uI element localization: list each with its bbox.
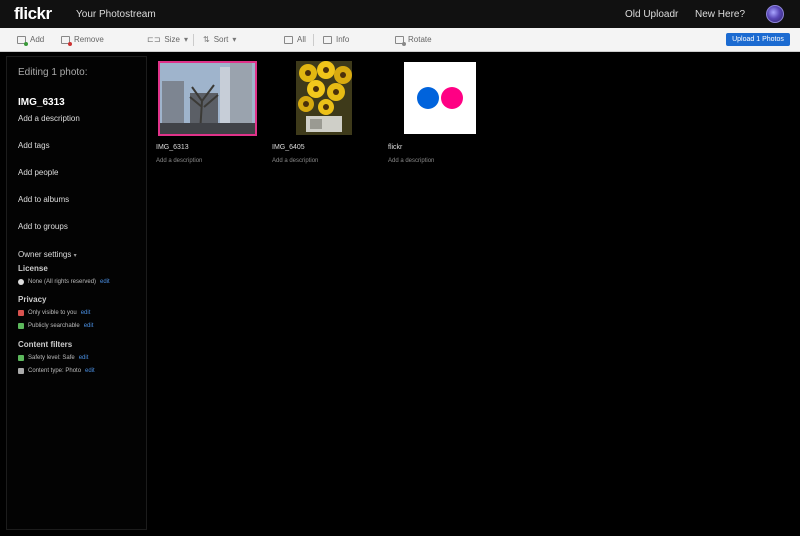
rotate-button[interactable]: Rotate xyxy=(395,35,432,46)
photo-thumbnail-img-6405[interactable] xyxy=(296,61,352,135)
content-type-row: Content type: Photo edit xyxy=(18,368,95,374)
sort-label: Sort xyxy=(213,35,229,44)
toolbar-divider xyxy=(313,34,314,46)
rotate-label: Rotate xyxy=(408,35,432,44)
safety-icon xyxy=(18,355,24,361)
photo-name-2[interactable]: IMG_6405 xyxy=(272,144,305,151)
size-label: Size xyxy=(164,35,180,44)
all-label: All xyxy=(297,35,306,44)
privacy-visibility-edit-link[interactable]: edit xyxy=(81,310,91,316)
safety-level-edit-link[interactable]: edit xyxy=(79,355,89,361)
remove-label: Remove xyxy=(74,35,104,44)
chevron-down-icon: ▾ xyxy=(232,35,237,44)
add-label: Add xyxy=(30,35,45,44)
add-description-field[interactable]: Add a description xyxy=(18,114,80,123)
lock-icon xyxy=(18,310,24,316)
photo-title-field[interactable]: IMG_6313 xyxy=(18,97,65,108)
photo-name-3[interactable]: flickr xyxy=(388,144,402,151)
privacy-visibility-value: Only visible to you xyxy=(28,310,77,316)
remove-button[interactable]: Remove xyxy=(61,35,104,46)
chevron-down-icon: ▾ xyxy=(183,35,188,44)
add-tags-link[interactable]: Add tags xyxy=(18,141,50,150)
toolbar-divider xyxy=(193,34,194,46)
info-button[interactable]: Info xyxy=(323,35,349,44)
size-icon: ⊏⊐ xyxy=(147,35,161,44)
add-to-albums-link[interactable]: Add to albums xyxy=(18,195,69,204)
top-nav: flickr Your Photostream Old Uploadr New … xyxy=(0,0,800,28)
license-label: License xyxy=(18,264,48,273)
privacy-search-edit-link[interactable]: edit xyxy=(84,323,94,329)
new-here-link[interactable]: New Here? xyxy=(695,9,745,20)
your-photostream-link[interactable]: Your Photostream xyxy=(76,9,156,20)
photo-name-1[interactable]: IMG_6313 xyxy=(156,144,189,151)
user-avatar[interactable] xyxy=(766,5,784,23)
photo-thumbnail-flickr[interactable] xyxy=(404,62,476,134)
content-type-edit-link[interactable]: edit xyxy=(85,368,95,374)
privacy-label: Privacy xyxy=(18,295,47,304)
toolbar: Add Remove ⊏⊐ Size ▾ ⇅ Sort ▾ All Info R… xyxy=(0,28,800,52)
safety-level-row: Safety level: Safe edit xyxy=(18,355,88,361)
add-people-link[interactable]: Add people xyxy=(18,168,58,177)
content-filters-label: Content filters xyxy=(18,340,73,349)
flickr-logo[interactable]: flickr xyxy=(14,4,52,24)
add-to-groups-link[interactable]: Add to groups xyxy=(18,222,68,231)
editing-heading: Editing 1 photo: xyxy=(18,67,88,78)
add-photo-icon xyxy=(17,35,28,46)
photo-description-1[interactable]: Add a description xyxy=(156,158,202,164)
owner-settings-toggle[interactable]: Owner settings ▾ xyxy=(18,250,77,259)
select-all-button[interactable]: All xyxy=(284,35,306,44)
sort-dropdown[interactable]: ⇅ Sort ▾ xyxy=(203,35,236,44)
privacy-search-row: Publicly searchable edit xyxy=(18,323,93,329)
edit-sidebar: Editing 1 photo: IMG_6313 Add a descript… xyxy=(6,56,147,530)
size-dropdown[interactable]: ⊏⊐ Size ▾ xyxy=(147,35,188,44)
select-all-icon xyxy=(284,35,293,44)
rotate-icon xyxy=(395,35,406,46)
copyright-icon xyxy=(18,279,24,285)
license-value: None (All rights reserved) xyxy=(28,279,97,285)
license-row: None (All rights reserved) edit xyxy=(18,279,110,285)
add-button[interactable]: Add xyxy=(17,35,45,46)
search-icon xyxy=(18,323,24,329)
info-label: Info xyxy=(336,35,350,44)
flickr-dots-logo xyxy=(417,87,463,109)
photo-thumbnail-img-6313[interactable] xyxy=(158,61,257,136)
upload-photos-button[interactable]: Upload 1 Photos xyxy=(726,33,790,46)
license-edit-link[interactable]: edit xyxy=(100,279,110,285)
old-uploadr-link[interactable]: Old Uploadr xyxy=(625,9,678,20)
safety-level-value: Safety level: Safe xyxy=(28,355,75,361)
photo-icon xyxy=(18,368,24,374)
owner-settings-label: Owner settings xyxy=(18,250,72,259)
info-icon xyxy=(323,35,332,44)
sunflowers-photo xyxy=(296,61,352,135)
privacy-visibility-row: Only visible to you edit xyxy=(18,310,90,316)
building-photo xyxy=(160,63,255,134)
content-type-value: Content type: Photo xyxy=(28,368,82,374)
photo-description-2[interactable]: Add a description xyxy=(272,158,318,164)
remove-photo-icon xyxy=(61,35,72,46)
privacy-search-value: Publicly searchable xyxy=(28,323,80,329)
photo-description-3[interactable]: Add a description xyxy=(388,158,434,164)
chevron-down-icon: ▾ xyxy=(73,253,77,259)
sort-icon: ⇅ xyxy=(203,35,210,44)
